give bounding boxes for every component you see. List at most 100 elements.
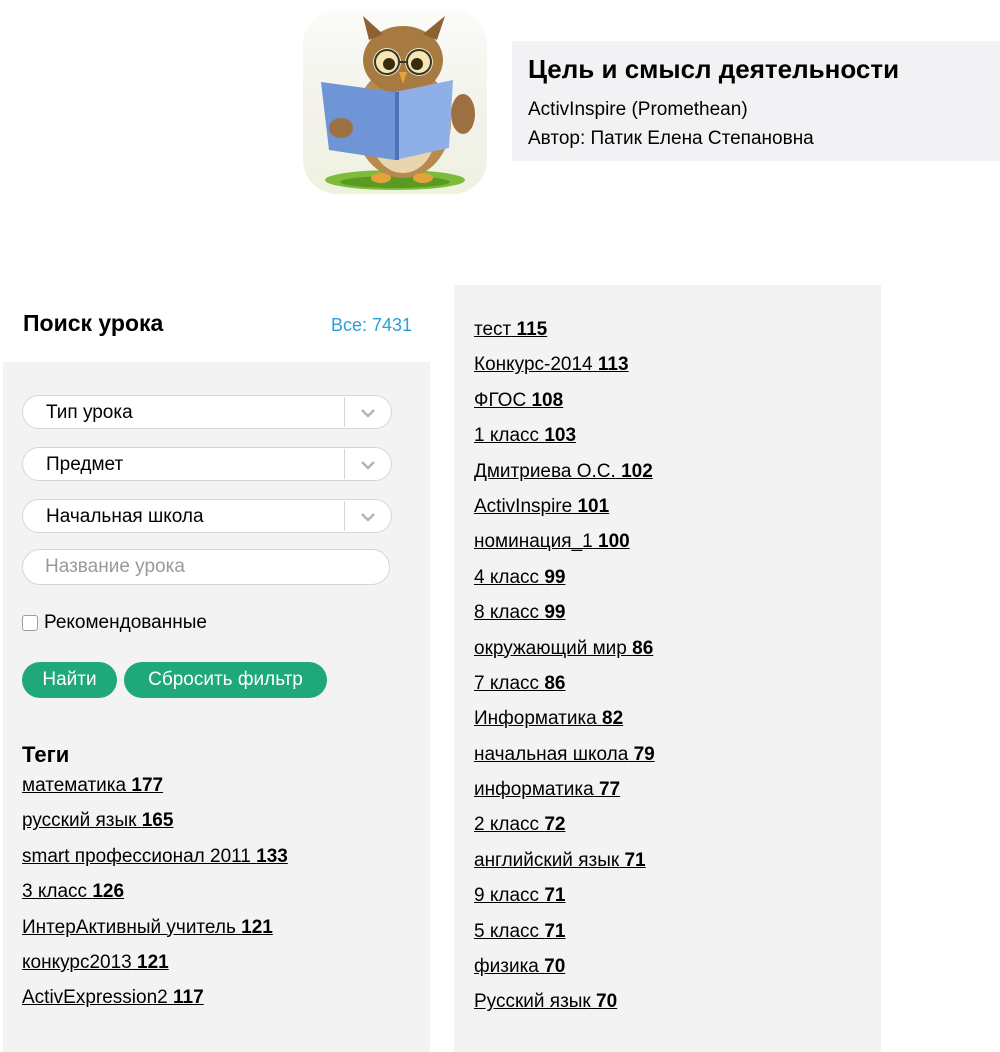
tag-name: smart профессионал 2011 (22, 845, 251, 867)
tag-name: номинация_1 (474, 531, 593, 553)
tag-count: 101 (577, 495, 610, 517)
tag-count: 71 (624, 849, 646, 871)
tag-name: физика (474, 956, 539, 978)
tag-name: тест (474, 319, 512, 340)
tag-count: 99 (544, 566, 566, 588)
tag-count: 117 (173, 987, 204, 1009)
tag-link[interactable]: 3 класс 126 (22, 882, 288, 917)
tag-count: 103 (544, 425, 577, 447)
tag-link[interactable]: тест 115 (474, 320, 655, 355)
tag-link[interactable]: начальная школа 79 (474, 744, 655, 780)
tag-link[interactable]: ФГОС 108 (474, 389, 655, 426)
tag-name: русский язык (22, 810, 137, 832)
tag-name: математика (22, 775, 127, 796)
tag-link[interactable]: ИнтерАктивный учитель 121 (22, 916, 288, 953)
tag-name: Русский язык (474, 991, 591, 1013)
select-divider (344, 501, 345, 531)
tag-link[interactable]: 7 класс 86 (474, 672, 655, 709)
reset-filter-button[interactable]: Сбросить фильтр (124, 662, 327, 698)
search-title: Поиск урока (23, 310, 164, 336)
chevron-down-icon (361, 461, 375, 470)
tag-link[interactable]: smart профессионал 2011 133 (22, 845, 288, 882)
tag-count: 108 (531, 389, 564, 411)
tag-name: ActivExpression2 (22, 987, 168, 1009)
tag-name: английский язык (474, 849, 620, 871)
tags-heading: Теги (22, 742, 70, 767)
tag-count: 133 (256, 845, 288, 867)
tag-link[interactable]: 4 класс 99 (474, 566, 655, 603)
tag-name: ActivInspire (474, 495, 573, 517)
tag-count: 126 (92, 881, 125, 903)
tag-name: окружающий мир (474, 637, 627, 659)
tag-count: 99 (544, 602, 566, 624)
tag-link[interactable]: 2 класс 72 (474, 815, 655, 850)
tag-name: Информатика (474, 708, 597, 730)
tag-link[interactable]: математика 177 (22, 776, 288, 811)
find-button[interactable]: Найти (22, 662, 117, 698)
tag-count: 72 (544, 814, 566, 836)
tag-name: Дмитриева О.С. (474, 460, 616, 482)
tag-link[interactable]: Дмитриева О.С. 102 (474, 460, 655, 497)
tag-link[interactable]: окружающий мир 86 (474, 637, 655, 674)
tag-count: 115 (516, 319, 548, 340)
tag-name: 9 класс (474, 885, 540, 907)
tag-name: информатика (474, 779, 594, 801)
lesson-title: Цель и смысл деятельности (528, 54, 900, 84)
lesson-name-input[interactable] (22, 549, 390, 585)
tags-column-right: тест 115 Конкурс-2014 113 ФГОС 108 1 кла… (454, 285, 881, 1052)
recommended-checkbox-row[interactable]: Рекомендованные (22, 612, 207, 634)
tag-count: 71 (544, 885, 566, 907)
search-panel: Тип урока Предмет Начальная школа Рекоме… (3, 362, 430, 1052)
tag-link[interactable]: 8 класс 99 (474, 603, 655, 638)
tag-name: 4 класс (474, 566, 540, 588)
tag-link[interactable]: Конкурс-2014 113 (474, 355, 655, 390)
tag-name: 2 класс (474, 814, 540, 836)
lesson-author: Автор: Патик Елена Степановна (528, 128, 814, 149)
tag-link[interactable]: номинация_1 100 (474, 532, 655, 567)
tag-count: 165 (141, 810, 174, 832)
subject-select[interactable]: Предмет (22, 447, 392, 481)
tag-count: 70 (544, 956, 566, 978)
tag-list-left: математика 177 русский язык 165 smart пр… (22, 776, 288, 1024)
tag-link[interactable]: 5 класс 71 (474, 920, 655, 957)
school-level-select[interactable]: Начальная школа (22, 499, 392, 533)
tag-link[interactable]: 1 класс 103 (474, 426, 655, 461)
tag-count: 177 (131, 775, 164, 796)
school-level-value: Начальная школа (46, 506, 204, 527)
lesson-type-value: Тип урока (46, 402, 133, 423)
tag-link[interactable]: 9 класс 71 (474, 886, 655, 921)
tag-link[interactable]: физика 70 (474, 957, 655, 992)
tag-name: 7 класс (474, 672, 540, 694)
tag-list-right: тест 115 Конкурс-2014 113 ФГОС 108 1 кла… (474, 320, 655, 1028)
tag-link[interactable]: информатика 77 (474, 780, 655, 815)
chevron-down-icon (361, 409, 375, 418)
tag-name: конкурс2013 (22, 951, 132, 973)
tag-count: 86 (544, 672, 566, 694)
search-header: Поиск урока Все: 7431 (3, 296, 430, 362)
all-lessons-link[interactable]: Все: 7431 (331, 315, 412, 336)
recommended-label: Рекомендованные (44, 612, 207, 633)
tag-link[interactable]: ActivInspire 101 (474, 495, 655, 532)
subject-value: Предмет (46, 454, 124, 475)
recommended-checkbox[interactable] (22, 615, 38, 631)
tag-count: 71 (544, 920, 566, 942)
tag-link[interactable]: Информатика 82 (474, 709, 655, 744)
tag-link[interactable]: Русский язык 70 (474, 992, 655, 1027)
tag-count: 77 (598, 779, 621, 801)
tag-name: 1 класс (474, 425, 540, 447)
tag-link[interactable]: конкурс2013 121 (22, 951, 288, 988)
select-divider (344, 397, 345, 427)
tag-link[interactable]: ActivExpression2 117 (22, 988, 288, 1023)
lesson-type-select[interactable]: Тип урока (22, 395, 392, 429)
tag-link[interactable]: английский язык 71 (474, 849, 655, 886)
tag-count: 121 (137, 951, 169, 973)
tag-link[interactable]: русский язык 165 (22, 811, 288, 846)
tag-count: 102 (621, 460, 653, 482)
tag-name: 8 класс (474, 602, 540, 624)
chevron-down-icon (361, 513, 375, 522)
lesson-info-card: Цель и смысл деятельности ActivInspire (… (512, 41, 1000, 161)
tag-count: 70 (596, 991, 618, 1013)
tag-name: ФГОС (474, 389, 527, 411)
tag-count: 82 (602, 708, 624, 730)
tag-count: 121 (241, 916, 273, 938)
